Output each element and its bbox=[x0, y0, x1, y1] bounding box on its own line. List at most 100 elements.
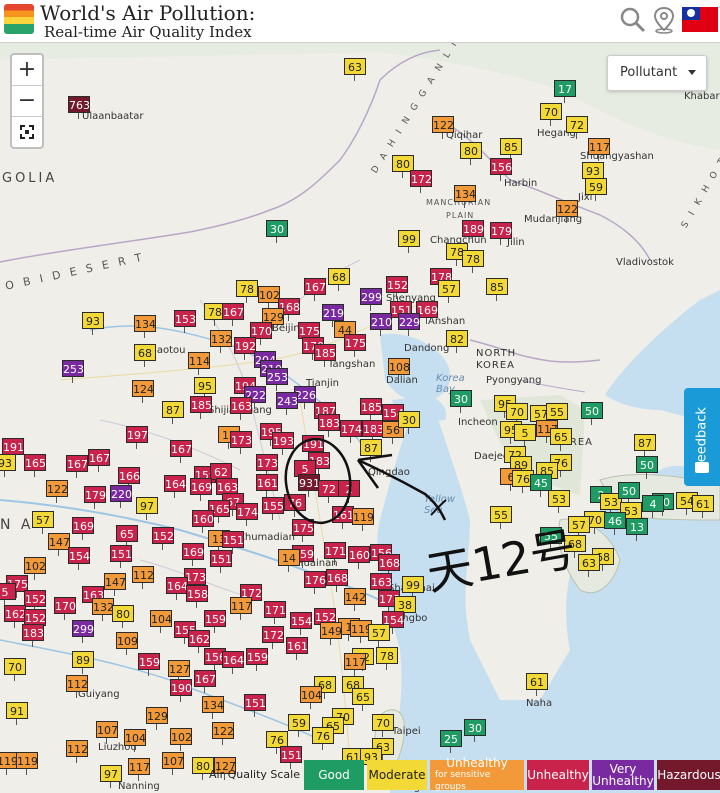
aqi-station-marker[interactable]: 173 bbox=[230, 431, 252, 454]
aqi-station-marker[interactable]: 164 bbox=[222, 651, 244, 674]
legend-item[interactable]: Unhealthy bbox=[527, 760, 589, 790]
aqi-station-marker[interactable]: 85 bbox=[486, 278, 508, 301]
page-title[interactable]: World's Air Pollution: bbox=[40, 1, 255, 25]
aqi-station-marker[interactable]: 59 bbox=[585, 178, 607, 201]
aqi-station-marker[interactable]: 57 bbox=[438, 280, 460, 303]
aqi-station-marker[interactable]: 102 bbox=[24, 557, 46, 580]
aqi-station-marker[interactable]: 97 bbox=[100, 765, 122, 788]
aqi-station-marker[interactable]: 185 bbox=[360, 398, 382, 421]
aqi-station-marker[interactable]: 174 bbox=[236, 503, 258, 526]
aqi-station-marker[interactable]: 171 bbox=[264, 601, 286, 624]
aqi-station-marker[interactable]: 70 bbox=[4, 658, 26, 681]
aqi-station-marker[interactable]: 172 bbox=[262, 626, 284, 649]
aqi-station-marker[interactable]: 166 bbox=[118, 467, 140, 490]
aqi-station-marker[interactable]: 85 bbox=[500, 138, 522, 161]
fullscreen-button[interactable] bbox=[12, 117, 42, 147]
aqi-station-marker[interactable]: 151 bbox=[244, 694, 266, 717]
aqi-station-marker[interactable]: 168 bbox=[326, 569, 348, 592]
aqi-station-marker[interactable]: 169 bbox=[182, 543, 204, 566]
aqi-station-marker[interactable]: 65 bbox=[352, 688, 374, 711]
search-icon[interactable] bbox=[619, 6, 647, 34]
aqi-station-marker[interactable]: 50 bbox=[581, 402, 603, 425]
zoom-out-button[interactable]: − bbox=[12, 86, 42, 117]
aqi-station-marker[interactable]: 253 bbox=[266, 368, 288, 391]
aqi-station-marker[interactable]: 108 bbox=[388, 358, 410, 381]
aqi-station-marker[interactable]: 5 bbox=[514, 424, 536, 447]
aqi-station-marker[interactable]: 183 bbox=[318, 414, 340, 437]
aqi-station-marker[interactable]: 192 bbox=[234, 337, 256, 360]
aqi-station-marker[interactable]: 25 bbox=[440, 730, 462, 753]
aqi-station-marker[interactable]: 61 bbox=[526, 673, 548, 696]
aqi-station-marker[interactable]: 46 bbox=[604, 512, 626, 535]
aqi-station-marker[interactable]: 152 bbox=[152, 527, 174, 550]
aqi-station-marker[interactable]: 160 bbox=[348, 546, 370, 569]
aqi-station-marker[interactable]: 134 bbox=[454, 185, 476, 208]
aqi-station-marker[interactable]: 122 bbox=[212, 722, 234, 745]
aqi-station-marker[interactable]: 169 bbox=[72, 517, 94, 540]
aqi-station-marker[interactable]: 170 bbox=[54, 597, 76, 620]
aqi-station-marker[interactable]: 162 bbox=[4, 605, 26, 628]
aqi-station-marker[interactable]: 164 bbox=[166, 577, 188, 600]
taiwan-flag-icon[interactable] bbox=[682, 7, 718, 32]
aqi-station-marker[interactable]: 59 bbox=[288, 714, 310, 737]
aqi-station-marker[interactable]: 76 bbox=[284, 494, 306, 517]
legend-item[interactable]: Moderate bbox=[367, 760, 427, 790]
aqi-station-marker[interactable]: 91 bbox=[6, 702, 28, 725]
aqi-station-marker[interactable]: 14 bbox=[278, 549, 300, 572]
aqi-station-marker[interactable]: 72 bbox=[566, 116, 588, 139]
aqi-station-marker[interactable]: 185 bbox=[190, 396, 212, 419]
aqi-station-marker[interactable]: 102 bbox=[170, 728, 192, 751]
aqi-station-marker[interactable]: 167 bbox=[170, 440, 192, 463]
aqi-station-marker[interactable]: 119 bbox=[16, 752, 38, 775]
aqi-station-marker[interactable]: 142 bbox=[344, 588, 366, 611]
aqi-station-marker[interactable]: 161 bbox=[256, 474, 278, 497]
aqi-station-marker[interactable]: 179 bbox=[84, 486, 106, 509]
aqi-station-marker[interactable]: 155 bbox=[262, 497, 284, 520]
aqi-station-marker[interactable]: 2 bbox=[338, 480, 360, 503]
aqi-station-marker[interactable]: 156 bbox=[490, 158, 512, 181]
aqi-station-marker[interactable]: 163 bbox=[370, 573, 392, 596]
aqi-station-marker[interactable]: 299 bbox=[72, 620, 94, 643]
aqi-station-marker[interactable]: 104 bbox=[300, 686, 322, 709]
aqi-station-marker[interactable]: 175 bbox=[344, 334, 366, 357]
aqi-station-marker[interactable]: 147 bbox=[104, 573, 126, 596]
aqi-station-marker[interactable]: 117 bbox=[344, 653, 366, 676]
aqi-station-marker[interactable]: 117 bbox=[230, 597, 252, 620]
aqi-station-marker[interactable]: 13 bbox=[626, 518, 648, 541]
aqi-station-marker[interactable]: 763 bbox=[68, 96, 90, 119]
aqi-station-marker[interactable]: 159 bbox=[204, 610, 226, 633]
aqi-station-marker[interactable]: 93 bbox=[582, 162, 604, 185]
aqi-station-marker[interactable]: 65 bbox=[116, 525, 138, 548]
aqi-station-marker[interactable]: 99 bbox=[402, 576, 424, 599]
aqi-station-marker[interactable]: 117 bbox=[128, 758, 150, 781]
aqi-station-marker[interactable]: 167 bbox=[66, 455, 88, 478]
aqi-station-marker[interactable]: 68 bbox=[328, 268, 350, 291]
aqi-station-marker[interactable]: 134 bbox=[202, 696, 224, 719]
aqi-station-marker[interactable]: 45 bbox=[530, 474, 552, 497]
legend-item[interactable]: Hazardous bbox=[657, 760, 720, 790]
aqi-station-marker[interactable]: 57 bbox=[368, 624, 390, 647]
aqi-station-marker[interactable]: 55 bbox=[540, 527, 562, 550]
aqi-station-marker[interactable]: 109 bbox=[116, 632, 138, 655]
aqi-station-marker[interactable]: 112 bbox=[66, 740, 88, 763]
aqi-station-marker[interactable]: 127 bbox=[168, 660, 190, 683]
aqi-station-marker[interactable]: 931 bbox=[298, 474, 320, 497]
aqi-station-marker[interactable]: 154 bbox=[68, 547, 90, 570]
aqi-station-marker[interactable]: 163 bbox=[230, 397, 252, 420]
aqi-station-marker[interactable]: 104 bbox=[150, 610, 172, 633]
aqi-station-marker[interactable]: 193 bbox=[272, 432, 294, 455]
aqi-station-marker[interactable]: 253 bbox=[62, 360, 84, 383]
aqi-station-marker[interactable]: 129 bbox=[146, 707, 168, 730]
aqi-station-marker[interactable]: 183 bbox=[22, 624, 44, 647]
aqi-station-marker[interactable]: 172 bbox=[410, 170, 432, 193]
aqi-station-marker[interactable]: 167 bbox=[194, 670, 216, 693]
aqi-station-marker[interactable]: 161 bbox=[286, 637, 308, 660]
aqi-station-marker[interactable]: 165 bbox=[24, 454, 46, 477]
aqi-station-marker[interactable]: 55 bbox=[546, 403, 568, 426]
aqi-station-marker[interactable]: 78 bbox=[376, 647, 398, 670]
legend-item[interactable]: Good bbox=[304, 760, 364, 790]
aqi-station-marker[interactable]: 5 bbox=[0, 583, 16, 606]
aqi-station-marker[interactable]: 190 bbox=[170, 679, 192, 702]
aqi-station-marker[interactable]: 162 bbox=[188, 630, 210, 653]
aqi-station-marker[interactable]: 72 bbox=[318, 480, 340, 503]
